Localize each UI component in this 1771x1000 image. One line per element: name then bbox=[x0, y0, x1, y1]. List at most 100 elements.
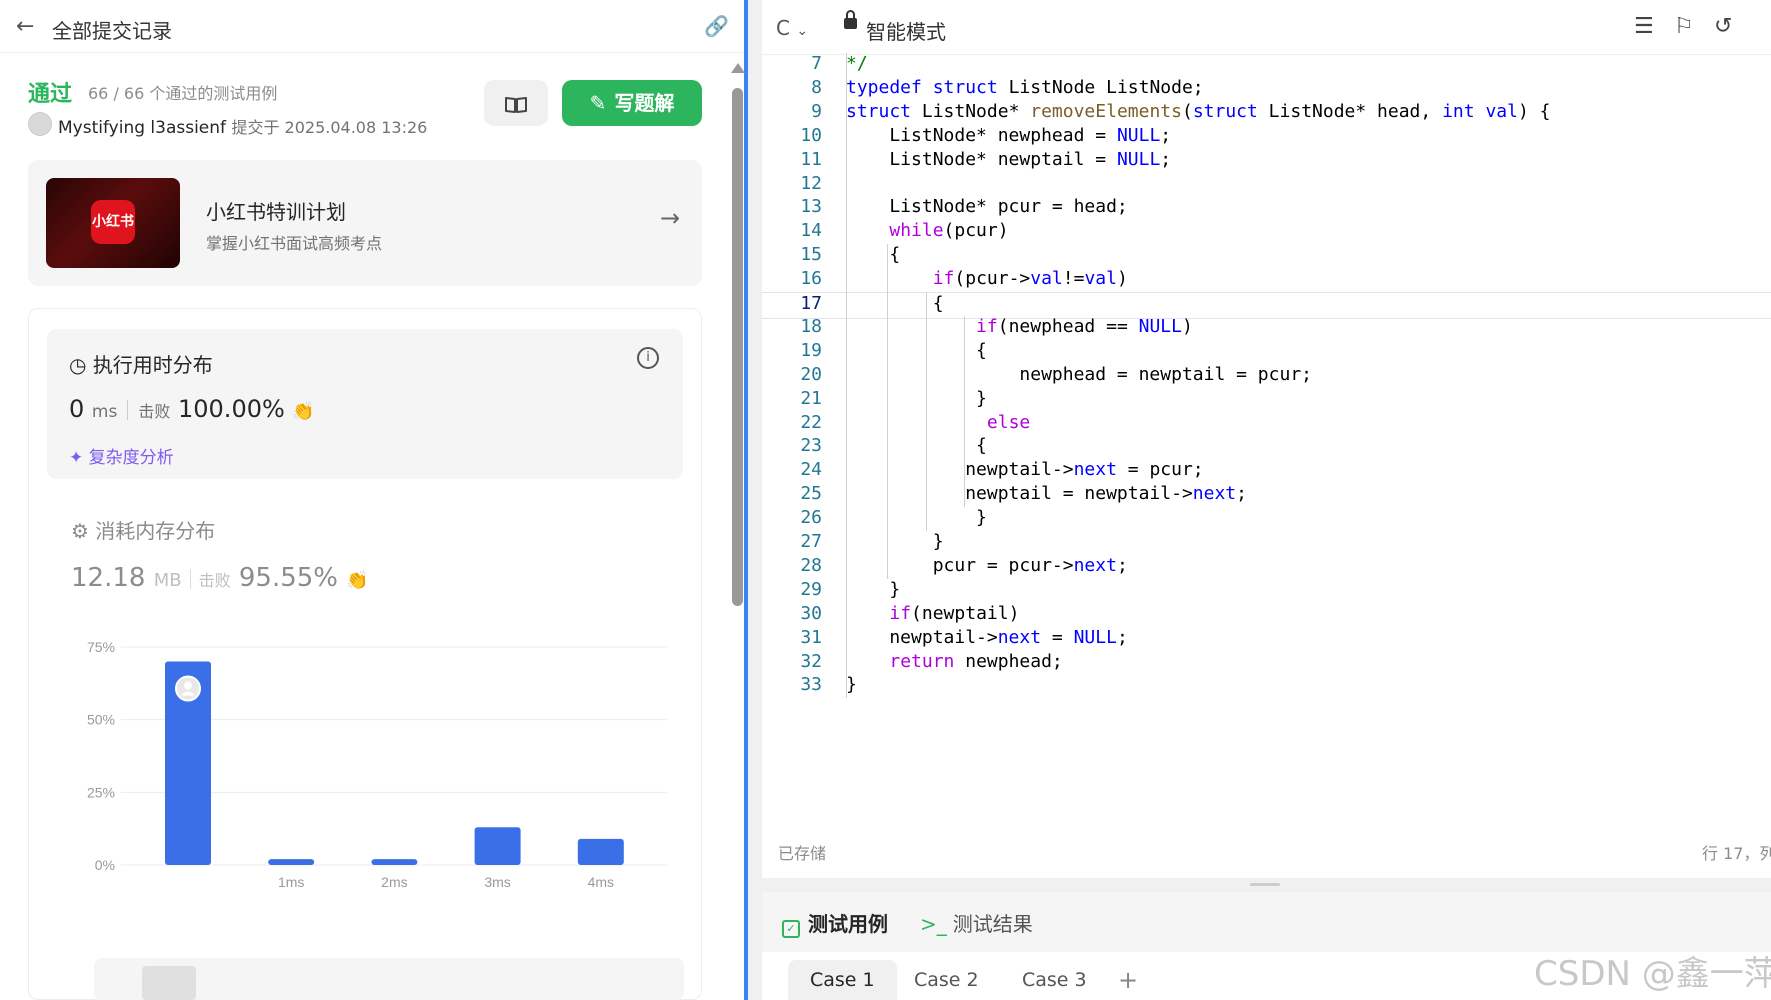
tab-results-label: 测试结果 bbox=[952, 912, 1033, 936]
username[interactable]: Mystifying l3assienf bbox=[58, 118, 226, 138]
language-select[interactable]: C ⌄ bbox=[776, 16, 808, 40]
write-solution-button[interactable]: ✎ 写题解 bbox=[562, 80, 702, 126]
back-arrow-icon[interactable]: ← bbox=[16, 14, 34, 39]
info-icon[interactable]: i bbox=[637, 347, 659, 369]
book-icon[interactable] bbox=[484, 80, 548, 126]
code-text: newptail->next = NULL; bbox=[846, 626, 1128, 648]
memory-unit: MB bbox=[153, 570, 182, 591]
code-text: { bbox=[846, 339, 987, 361]
submitter: Mystifying l3assienf 提交于 2025.04.08 13:2… bbox=[58, 114, 427, 138]
line-number: 32 bbox=[800, 650, 822, 672]
case-tab-2[interactable]: Case 2 bbox=[892, 960, 1001, 1000]
x-tick-label: 2ms bbox=[381, 874, 407, 890]
code-text: } bbox=[846, 578, 901, 600]
horizontal-scrollbar[interactable] bbox=[94, 958, 684, 1000]
runtime-distribution-chart: 75% 50% 25% 0% 1ms 2ms 3ms 4ms bbox=[87, 639, 667, 890]
line-number: 11 bbox=[800, 148, 822, 170]
submit-time: 提交于 2025.04.08 13:26 bbox=[231, 118, 428, 137]
memory-value-row[interactable]: 12.18 MB 击败 95.55% 👏 bbox=[71, 563, 369, 593]
clap-icon: 👏 bbox=[346, 570, 369, 591]
line-number: 21 bbox=[800, 387, 822, 409]
memory-title-label: 消耗内存分布 bbox=[95, 519, 216, 543]
line-number: 19 bbox=[800, 339, 822, 361]
code-text: newphead = newptail = pcur; bbox=[846, 363, 1312, 385]
complexity-link[interactable]: ✦ 复杂度分析 bbox=[69, 443, 174, 468]
code-text: newptail->next = pcur; bbox=[846, 459, 1204, 481]
code-text: } bbox=[846, 387, 987, 409]
code-text: } bbox=[846, 507, 987, 529]
code-editor[interactable]: 7 */ 8 typedef struct ListNode ListNode; 9 st… bbox=[762, 53, 1771, 874]
runtime-unit: ms bbox=[91, 402, 118, 422]
vertical-scrollbar[interactable] bbox=[732, 88, 743, 606]
format-icon[interactable]: ☰ bbox=[1634, 14, 1654, 39]
line-number: 24 bbox=[800, 459, 822, 481]
y-tick-label: 0% bbox=[95, 857, 115, 873]
promo-card[interactable]: 小红书 小红书特训计划 掌握小红书面试高频考点 → bbox=[28, 160, 702, 286]
line-number: 14 bbox=[800, 220, 822, 242]
avatar[interactable] bbox=[28, 112, 52, 136]
x-tick-label: 4ms bbox=[588, 874, 614, 890]
line-number: 10 bbox=[800, 124, 822, 146]
panel-splitter[interactable] bbox=[762, 878, 1771, 892]
code-text: struct ListNode* removeElements(struct L… bbox=[846, 100, 1551, 122]
xiaohongshu-logo: 小红书 bbox=[91, 200, 135, 244]
bookmark-icon[interactable]: ⚐ bbox=[1674, 14, 1694, 39]
runtime-value: 0 bbox=[69, 395, 85, 423]
scroll-up-icon[interactable] bbox=[731, 63, 745, 73]
clap-icon: 👏 bbox=[292, 401, 315, 422]
code-text: return newphead; bbox=[889, 650, 1063, 672]
tab-testcases-label: 测试用例 bbox=[808, 912, 888, 936]
indent-guide bbox=[887, 244, 888, 579]
chip-icon: ⚙ bbox=[71, 519, 96, 543]
runtime-panel[interactable]: ◷ 执行用时分布 i 0 ms 击败 100.00% 👏 ✦ 复杂度分析 bbox=[47, 329, 683, 479]
case-tab-3[interactable]: Case 3 bbox=[1000, 960, 1109, 1000]
line-number: 13 bbox=[800, 196, 822, 218]
add-case-button[interactable]: + bbox=[1096, 960, 1160, 1000]
avatar-head bbox=[184, 681, 192, 690]
indent-guide bbox=[964, 315, 965, 508]
y-tick-label: 25% bbox=[87, 784, 115, 800]
line-number: 20 bbox=[800, 363, 822, 385]
code-text: else bbox=[986, 411, 1031, 433]
arrow-right-icon[interactable]: → bbox=[660, 204, 680, 232]
cursor-position: 行 17，列 10 bbox=[1702, 844, 1771, 863]
memory-value: 12.18 bbox=[71, 563, 146, 593]
watermark: CSDN @鑫一萍 bbox=[1534, 954, 1771, 994]
line-number: 23 bbox=[800, 435, 822, 457]
memory-beat: 95.55% bbox=[238, 563, 339, 593]
chart-bar bbox=[474, 827, 521, 865]
y-tick-label: 50% bbox=[87, 712, 115, 728]
clock-icon: ◷ bbox=[69, 353, 93, 377]
y-tick-label: 75% bbox=[87, 639, 115, 655]
line-number: 12 bbox=[800, 172, 822, 194]
code-text: typedef struct ListNode ListNode; bbox=[846, 76, 1204, 98]
case-tab-1[interactable]: Case 1 bbox=[788, 960, 897, 1000]
promo-desc: 掌握小红书面试高频考点 bbox=[206, 234, 383, 253]
chart-bar bbox=[371, 859, 418, 865]
splitter-handle[interactable] bbox=[1250, 883, 1280, 886]
edit-icon: ✎ bbox=[589, 91, 607, 115]
editor-header: C ⌄ 智能模式 ☰ ⚐ ↺ bbox=[762, 0, 1771, 55]
link-icon[interactable]: 🔗 bbox=[704, 14, 729, 38]
line-number: 25 bbox=[800, 483, 822, 505]
line-number: 29 bbox=[800, 578, 822, 600]
tab-testcases[interactable]: ✓ 测试用例 bbox=[782, 908, 888, 938]
code-text: ListNode* pcur = head; bbox=[846, 196, 1128, 218]
write-solution-label: 写题解 bbox=[614, 91, 675, 115]
line-number: 7 bbox=[811, 53, 822, 74]
runtime-title-label: 执行用时分布 bbox=[92, 353, 213, 377]
code-line[interactable]: 33} bbox=[762, 674, 1771, 701]
tab-results[interactable]: >_ 测试结果 bbox=[920, 908, 1033, 937]
runtime-beat: 100.00% bbox=[178, 395, 285, 423]
editor-mode[interactable]: 智能模式 bbox=[866, 16, 946, 45]
indent-guide bbox=[846, 53, 847, 699]
scroll-thumb[interactable] bbox=[142, 966, 196, 1000]
code-text: ListNode* newptail = NULL; bbox=[846, 148, 1172, 170]
code-text: } bbox=[846, 531, 944, 552]
reset-icon[interactable]: ↺ bbox=[1714, 14, 1732, 39]
runtime-title: ◷ 执行用时分布 bbox=[69, 349, 213, 378]
divider bbox=[127, 400, 129, 420]
line-number: 16 bbox=[800, 268, 822, 290]
chart-bar bbox=[268, 859, 315, 865]
memory-title[interactable]: ⚙ 消耗内存分布 bbox=[71, 515, 215, 544]
